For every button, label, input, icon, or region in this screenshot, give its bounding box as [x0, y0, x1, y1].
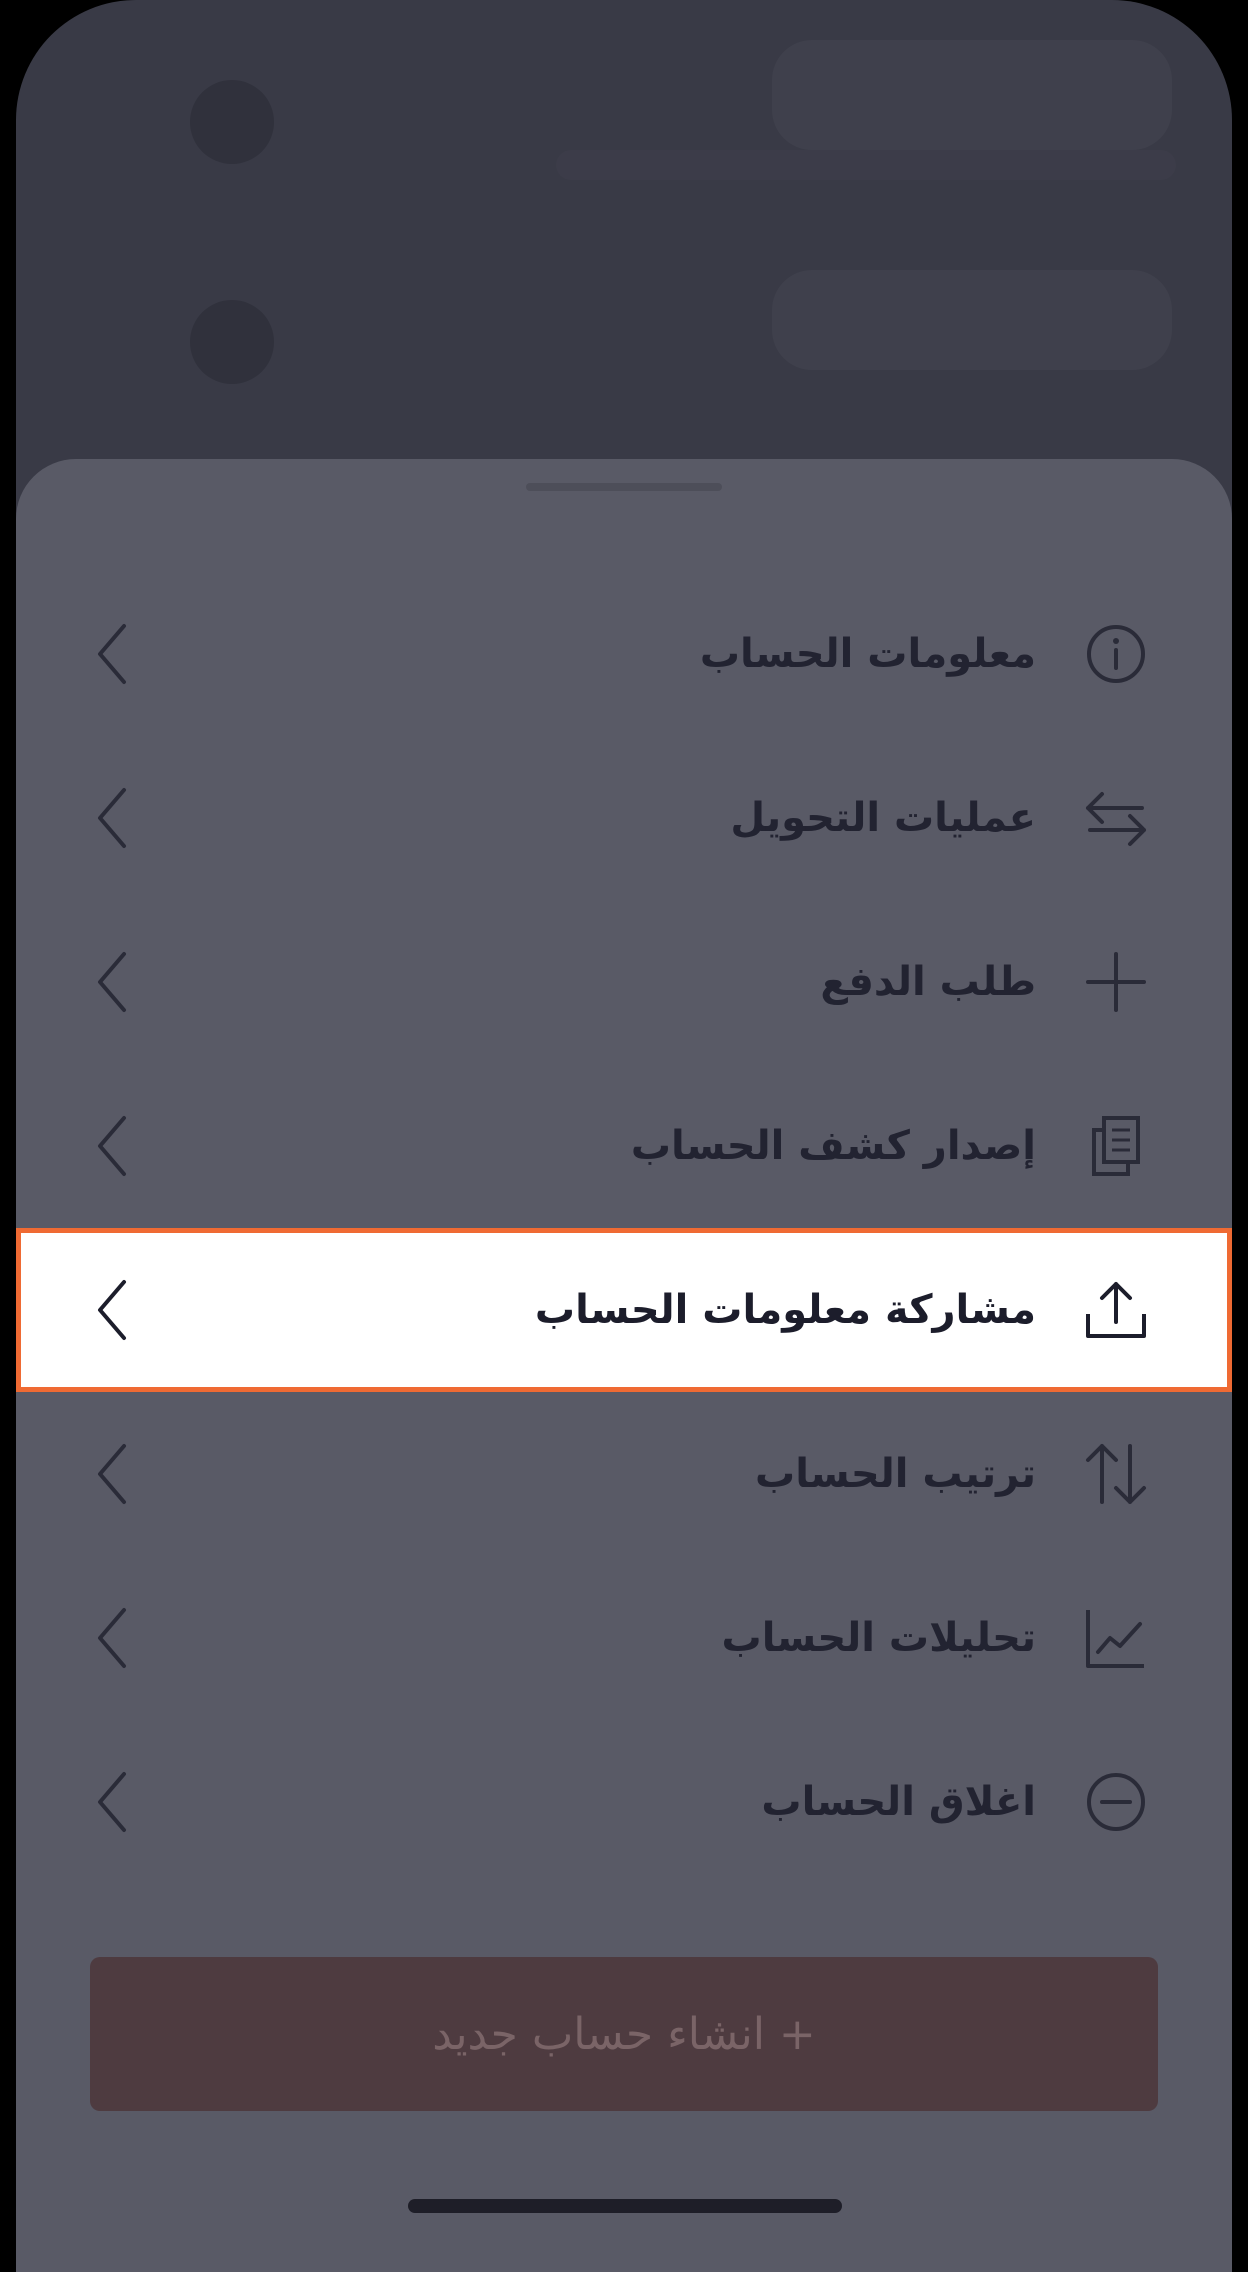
menu-item-label: إصدار كشف الحساب — [630, 1123, 1036, 1169]
background-card — [772, 270, 1172, 370]
chevron-left-icon — [98, 788, 126, 848]
share-upload-icon — [1086, 1282, 1146, 1338]
menu-item-label: مشاركة معلومات الحساب — [534, 1287, 1036, 1333]
menu-item-label: معلومات الحساب — [699, 631, 1036, 677]
chevron-left-icon — [98, 1444, 126, 1504]
sort-arrows-icon — [1086, 1444, 1146, 1504]
minus-circle-icon — [1087, 1773, 1145, 1831]
phone-screen: معلومات الحساب عمليات التحويل طلب الدفع … — [16, 0, 1232, 2272]
sheet-grabber[interactable] — [526, 483, 722, 491]
background-card — [556, 150, 1176, 180]
chevron-left-icon — [98, 1280, 126, 1340]
chevron-left-icon — [98, 1608, 126, 1668]
chevron-left-icon — [98, 1772, 126, 1832]
menu-item-label: عمليات التحويل — [730, 795, 1036, 841]
chevron-left-icon — [98, 1116, 126, 1176]
menu-item-label: طلب الدفع — [820, 959, 1036, 1005]
info-icon — [1087, 625, 1145, 683]
bottom-sheet: معلومات الحساب عمليات التحويل طلب الدفع … — [16, 459, 1232, 2272]
menu-item-label: تحليلات الحساب — [721, 1615, 1036, 1661]
home-indicator — [408, 2199, 842, 2213]
menu-item-close-account[interactable]: اغلاق الحساب — [16, 1720, 1232, 1884]
chevron-left-icon — [98, 952, 126, 1012]
documents-icon — [1092, 1116, 1140, 1176]
background-avatar — [190, 300, 274, 384]
menu-item-account-analytics[interactable]: تحليلات الحساب — [16, 1556, 1232, 1720]
create-account-button[interactable]: + انشاء حساب جديد — [90, 1957, 1158, 2111]
menu-item-transfers[interactable]: عمليات التحويل — [16, 736, 1232, 900]
menu-item-statement[interactable]: إصدار كشف الحساب — [16, 1064, 1232, 1228]
menu-item-share-account-info[interactable]: مشاركة معلومات الحساب — [16, 1228, 1232, 1392]
menu-item-sort-account[interactable]: ترتيب الحساب — [16, 1392, 1232, 1556]
account-actions-menu: معلومات الحساب عمليات التحويل طلب الدفع … — [16, 572, 1232, 1884]
background-avatar — [190, 80, 274, 164]
plus-icon — [1086, 952, 1146, 1012]
menu-item-label: اغلاق الحساب — [761, 1779, 1036, 1825]
background-card — [772, 40, 1172, 150]
menu-item-payment-request[interactable]: طلب الدفع — [16, 900, 1232, 1064]
chart-icon — [1086, 1610, 1144, 1668]
menu-item-account-info[interactable]: معلومات الحساب — [16, 572, 1232, 736]
chevron-left-icon — [98, 624, 126, 684]
transfer-arrows-icon — [1086, 792, 1146, 846]
menu-item-label: ترتيب الحساب — [755, 1451, 1036, 1497]
